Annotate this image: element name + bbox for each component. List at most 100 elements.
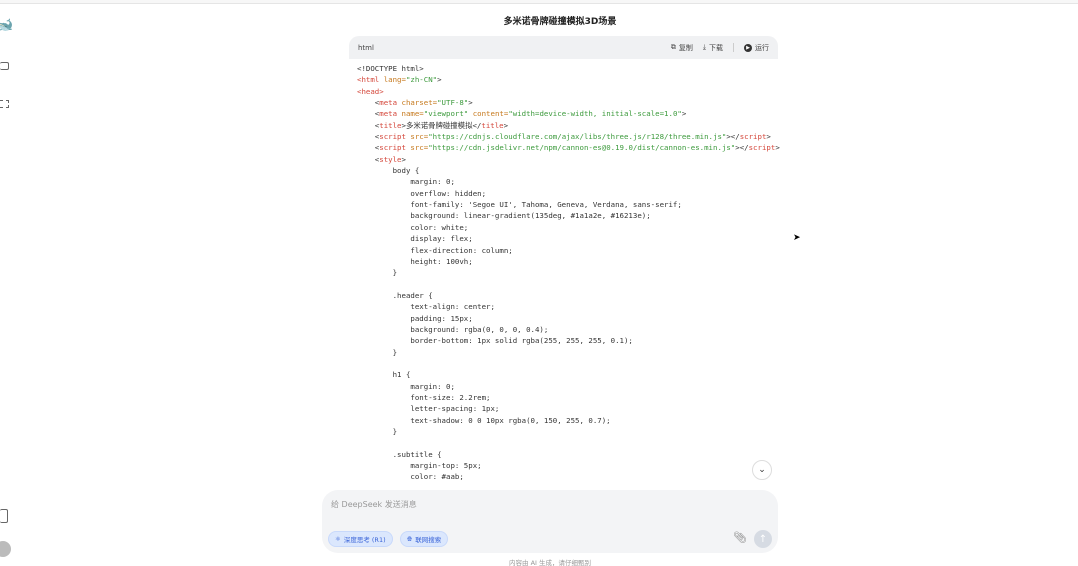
code-line: <!DOCTYPE html> — [357, 63, 780, 74]
code-token: background: linear-gradient(135deg, #1a1… — [357, 211, 651, 221]
divider — [733, 43, 734, 52]
code-line: margin: 0; — [357, 176, 780, 187]
code-token: font-family: 'Segoe UI', Tahoma, Geneva,… — [357, 200, 682, 210]
code-token: meta — [379, 98, 402, 108]
deepseek-logo-icon[interactable]: 🐋 — [0, 18, 13, 33]
copy-button[interactable]: ⧉ 复制 — [671, 43, 693, 53]
web-search-label: 联网搜索 — [415, 536, 442, 544]
code-line: font-family: 'Segoe UI', Tahoma, Geneva,… — [357, 199, 780, 210]
code-token: background: rgba(0, 0, 0, 0.4); — [357, 324, 549, 334]
code-line: .subtitle { — [357, 449, 780, 460]
code-token: margin: 0; — [357, 177, 455, 187]
code-token: script — [379, 143, 411, 153]
code-token: > — [503, 120, 509, 130]
code-token: lang= — [383, 75, 406, 85]
code-token: body { — [357, 166, 420, 176]
code-token: border-bottom: 1px solid rgba(255, 255, … — [357, 336, 633, 346]
code-token: text-shadow: 0 0 10px rgba(0, 150, 255, … — [357, 415, 611, 425]
download-label: 下载 — [709, 43, 723, 52]
code-token: script — [379, 132, 411, 142]
code-token: style — [379, 154, 402, 164]
code-line: .header { — [357, 290, 780, 301]
code-token: > — [437, 75, 442, 85]
scroll-down-button[interactable]: ⌄ — [752, 460, 772, 480]
code-token: src= — [410, 143, 429, 153]
code-token: name= — [401, 109, 424, 119]
code-line: <script src="https://cdn.jsdelivr.net/np… — [357, 142, 780, 153]
mobile-app-icon[interactable] — [0, 509, 8, 523]
code-token: >多米诺骨牌碰撞模拟</ — [401, 120, 482, 130]
code-token: <!DOCTYPE html> — [357, 64, 424, 73]
code-token: < — [357, 132, 380, 142]
message-composer[interactable]: 给 DeepSeek 发送消息 ⚛ 深度思考 (R1) 🌐︎ 联网搜索 📎︎ ↑ — [322, 490, 778, 553]
code-line: font-size: 2.2rem; — [357, 392, 780, 403]
code-token: script — [739, 132, 767, 142]
attach-file-icon[interactable]: 📎︎ — [733, 531, 747, 544]
code-line: letter-spacing: 1px; — [357, 403, 780, 414]
code-token: height: 100vh; — [357, 256, 473, 266]
code-token: overflow: hidden; — [357, 188, 487, 198]
code-token: "https://cdn.jsdelivr.net/npm/cannon-es@… — [428, 143, 736, 153]
code-line: color: white; — [357, 222, 780, 233]
web-search-toggle[interactable]: 🌐︎ 联网搜索 — [400, 531, 449, 547]
code-line: margin: 0; — [357, 381, 780, 392]
arrow-up-icon: ↑ — [758, 533, 768, 545]
run-button[interactable]: ▶ 运行 — [744, 43, 769, 53]
code-line: } — [357, 426, 780, 437]
copy-icon: ⧉ — [670, 43, 676, 51]
deep-think-toggle[interactable]: ⚛ 深度思考 (R1) — [328, 531, 393, 547]
code-token: charset= — [401, 98, 438, 108]
code-token: content= — [472, 109, 509, 119]
code-token: letter-spacing: 1px; — [357, 404, 500, 414]
message-input[interactable]: 给 DeepSeek 发送消息 — [331, 499, 417, 510]
code-token: script — [748, 143, 776, 153]
code-line: background: linear-gradient(135deg, #1a1… — [357, 210, 780, 221]
code-token: < — [357, 143, 380, 153]
globe-icon: 🌐︎ — [407, 534, 413, 543]
code-token: src= — [410, 132, 429, 142]
code-token: margin: 0; — [357, 381, 455, 391]
code-token: padding: 15px; — [357, 313, 473, 323]
code-line: background: rgba(0, 0, 0, 0.4); — [357, 324, 780, 335]
code-token: .header { — [357, 290, 433, 300]
deep-think-label: 深度思考 (R1) — [343, 536, 386, 544]
code-line: padding: 15px; — [357, 313, 780, 324]
ai-disclaimer: 内容由 AI 生成，请仔细甄别 — [509, 559, 591, 566]
code-block: html ⧉ 复制 ⤓ 下载 ▶ 运行 <!DOCTYPE html> <html la… — [349, 36, 780, 496]
code-line: overflow: hidden; — [357, 188, 780, 199]
code-line: height: 100vh; — [357, 256, 780, 267]
chat-bubble-icon[interactable] — [0, 100, 9, 108]
code-line: } — [357, 347, 780, 358]
code-line: <meta charset="UTF-8"> — [357, 97, 780, 108]
code-token: .subtitle { — [357, 449, 442, 459]
code-token: meta — [379, 109, 402, 119]
mouse-cursor-icon: ➤ — [793, 233, 801, 243]
code-line: h1 { — [357, 369, 780, 380]
code-token: > — [775, 143, 780, 153]
copy-label: 复制 — [678, 43, 693, 52]
send-button[interactable]: ↑ — [754, 530, 772, 548]
atom-icon: ⚛ — [335, 535, 341, 543]
code-token: text-align: center; — [357, 302, 495, 312]
code-token: < — [357, 98, 380, 108]
code-token: title — [379, 120, 402, 130]
avatar[interactable] — [0, 541, 11, 557]
code-token: "viewport" — [423, 109, 473, 119]
sidebar: 🐋 — [0, 0, 14, 566]
chevron-down-icon: ⌄ — [758, 465, 766, 475]
code-token: > — [401, 154, 406, 164]
code-token: margin-top: 5px; — [357, 461, 482, 471]
run-label: 运行 — [755, 43, 769, 52]
new-chat-icon[interactable] — [0, 62, 9, 70]
code-token: } — [357, 427, 398, 436]
download-button[interactable]: ⤓ 下载 — [703, 43, 723, 53]
code-token: ></ — [726, 132, 740, 142]
code-token: "width=device-width, initial-scale=1.0" — [508, 109, 682, 119]
code-language: html — [358, 43, 374, 52]
code-line: <meta name="viewport" content="width=dev… — [357, 108, 780, 119]
code-content: <!DOCTYPE html> <html lang="zh-CN"> <head>… — [357, 63, 780, 483]
code-token: <html — [357, 75, 384, 85]
code-token: < — [357, 120, 380, 130]
